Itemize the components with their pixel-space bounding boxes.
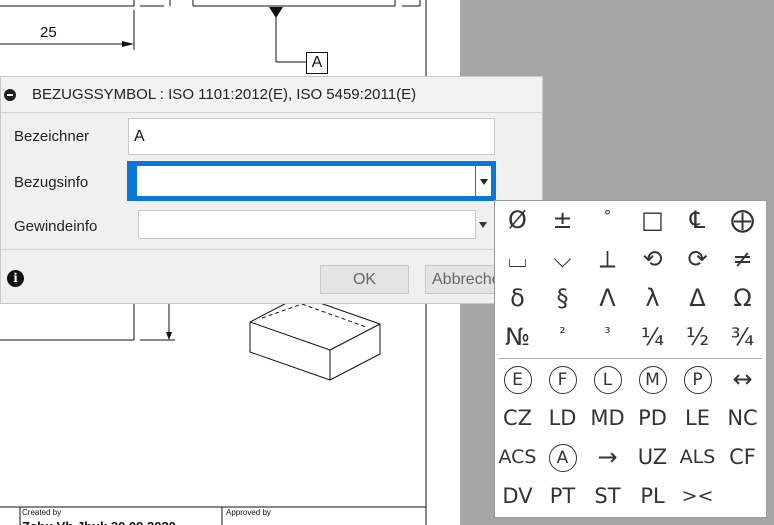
- symbol-row: ⌴ ⌵ ⟂ ⟲ ⟳ ≠: [495, 240, 766, 279]
- symbol-superscript-three[interactable]: ³: [585, 318, 630, 357]
- symbol-centerline[interactable]: ℄: [675, 201, 720, 240]
- symbol-palette: Ø ± ° □ ℄ ⨁ ⌴ ⌵ ⟂ ⟲ ⟳ ≠ δ § Λ λ Δ Ω № ² …: [494, 200, 767, 518]
- symbol-pd[interactable]: PD: [630, 399, 675, 438]
- datum-symbol-dialog: BEZUGSSYMBOL : ISO 1101:2012(E), ISO 545…: [0, 76, 543, 304]
- symbol-plus-minus[interactable]: ±: [540, 201, 585, 240]
- symbol-counterbore[interactable]: ⌴: [495, 240, 540, 279]
- symbol-depth[interactable]: ⟂: [585, 240, 630, 279]
- symbol-right-arrow[interactable]: →: [585, 438, 630, 477]
- bezugsinfo-value[interactable]: [137, 166, 475, 196]
- symbol-circled-p[interactable]: P: [675, 360, 720, 399]
- symbol-nc[interactable]: NC: [720, 399, 765, 438]
- bezeichner-input[interactable]: A: [128, 118, 495, 155]
- title-block-created-value: Zabu Vh Jbuk 30.09.2020: [22, 518, 222, 525]
- collapse-icon[interactable]: [4, 89, 16, 101]
- gewindeinfo-label: Gewindeinfo: [14, 218, 98, 235]
- symbol-position[interactable]: ⨁: [720, 201, 765, 240]
- symbol-double-arrow[interactable]: ↔: [720, 360, 765, 399]
- symbol-delta-capital[interactable]: Δ: [675, 279, 720, 318]
- symbol-le[interactable]: LE: [675, 399, 720, 438]
- symbol-between[interactable]: ><: [675, 477, 720, 516]
- symbol-pt[interactable]: PT: [540, 477, 585, 516]
- datum-letter: A: [306, 52, 328, 74]
- symbol-row: ACS A → UZ ALS CF: [495, 438, 766, 477]
- symbol-row: δ § Λ λ Δ Ω: [495, 279, 766, 318]
- symbol-countersink[interactable]: ⌵: [540, 240, 585, 279]
- title-block-created-label: Created by: [22, 508, 62, 517]
- info-icon[interactable]: i: [7, 270, 24, 287]
- symbol-arc-right[interactable]: ⟳: [675, 240, 720, 279]
- symbol-pl[interactable]: PL: [630, 477, 675, 516]
- symbol-als[interactable]: ALS: [675, 438, 720, 477]
- symbol-one-half[interactable]: ½: [675, 318, 720, 357]
- symbol-acs[interactable]: ACS: [495, 438, 540, 477]
- symbol-md[interactable]: MD: [585, 399, 630, 438]
- dialog-divider: [1, 249, 542, 250]
- dialog-header[interactable]: BEZUGSSYMBOL : ISO 1101:2012(E), ISO 545…: [1, 77, 542, 113]
- symbol-ld[interactable]: LD: [540, 399, 585, 438]
- symbol-uz[interactable]: UZ: [630, 438, 675, 477]
- symbol-lambda-capital[interactable]: Λ: [585, 279, 630, 318]
- gewindeinfo-input[interactable]: [138, 210, 476, 239]
- chevron-down-icon[interactable]: [476, 166, 491, 196]
- symbol-delta-small[interactable]: δ: [495, 279, 540, 318]
- bezeichner-label: Bezeichner: [14, 128, 90, 145]
- symbol-circled-f[interactable]: F: [540, 360, 585, 399]
- symbol-degree[interactable]: °: [585, 201, 630, 240]
- title-block-approved-label: Approved by: [226, 508, 271, 517]
- symbol-not-equal[interactable]: ≠: [720, 240, 765, 279]
- symbol-row: Ø ± ° □ ℄ ⨁: [495, 201, 766, 240]
- symbol-one-quarter[interactable]: ¼: [630, 318, 675, 357]
- symbol-circled-l[interactable]: L: [585, 360, 630, 399]
- symbol-diameter[interactable]: Ø: [495, 201, 540, 240]
- symbol-section[interactable]: §: [540, 279, 585, 318]
- symbol-square[interactable]: □: [630, 201, 675, 240]
- symbol-lambda-small[interactable]: λ: [630, 279, 675, 318]
- symbol-superscript-two[interactable]: ²: [540, 318, 585, 357]
- bezugsinfo-label: Bezugsinfo: [14, 174, 89, 191]
- symbol-cf[interactable]: CF: [720, 438, 765, 477]
- symbol-circled-e[interactable]: E: [495, 360, 540, 399]
- palette-divider: [499, 358, 762, 359]
- symbol-arc-left[interactable]: ⟲: [630, 240, 675, 279]
- dimension-value: 25: [40, 24, 57, 41]
- symbol-circled-m[interactable]: M: [630, 360, 675, 399]
- symbol-row: № ² ³ ¼ ½ ¾: [495, 318, 766, 357]
- symbol-row: CZ LD MD PD LE NC: [495, 399, 766, 438]
- symbol-st[interactable]: ST: [585, 477, 630, 516]
- dialog-title: BEZUGSSYMBOL : ISO 1101:2012(E), ISO 545…: [32, 86, 417, 103]
- bezugsinfo-input[interactable]: [127, 161, 496, 201]
- chevron-down-icon[interactable]: [479, 222, 487, 228]
- ok-button[interactable]: OK: [320, 265, 409, 294]
- symbol-circled-a[interactable]: A: [540, 438, 585, 477]
- cancel-button[interactable]: Abbrechen: [425, 265, 505, 294]
- bezeichner-value: A: [134, 128, 145, 145]
- symbol-three-quarters[interactable]: ¾: [720, 318, 765, 357]
- symbol-row: DV PT ST PL ><: [495, 477, 766, 516]
- symbol-cz[interactable]: CZ: [495, 399, 540, 438]
- symbol-numero[interactable]: №: [495, 318, 540, 357]
- symbol-omega[interactable]: Ω: [720, 279, 765, 318]
- symbol-dv[interactable]: DV: [495, 477, 540, 516]
- symbol-row: E F L M P ↔: [495, 360, 766, 399]
